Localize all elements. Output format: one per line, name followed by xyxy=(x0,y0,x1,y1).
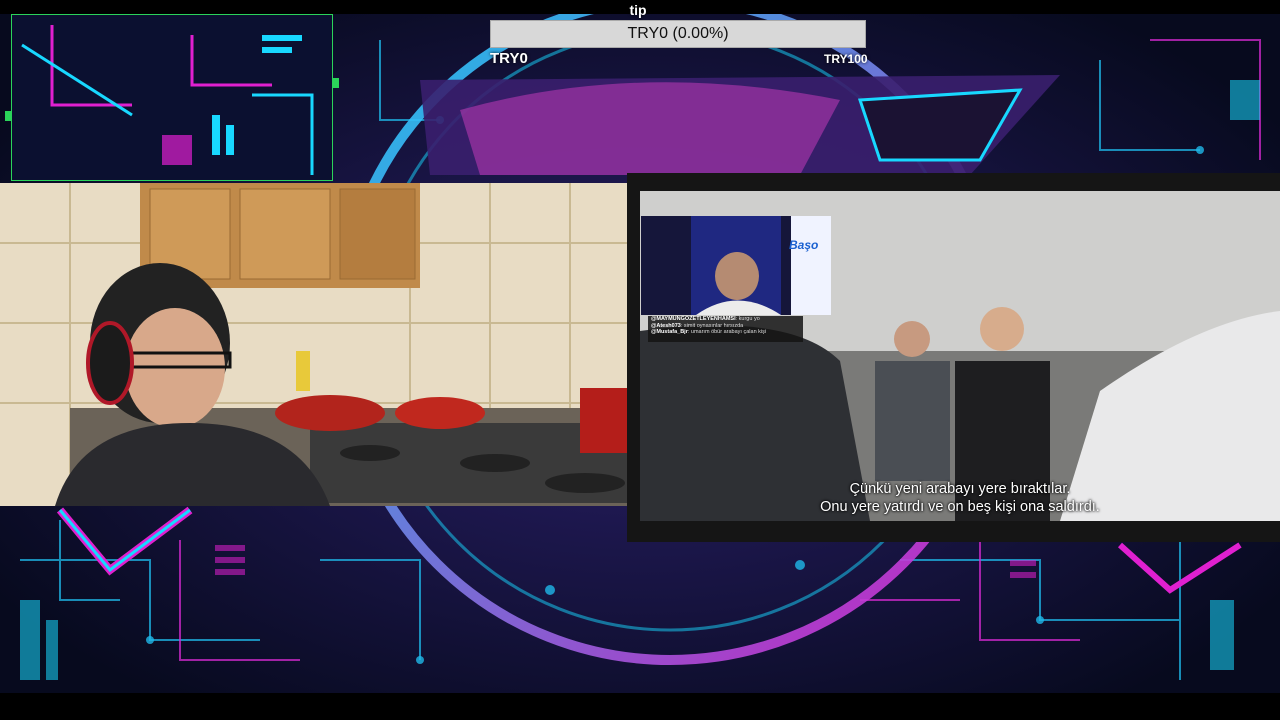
tip-goal-progress-bar: TRY0 (0.00%) xyxy=(490,20,866,48)
tip-goal-title: tip xyxy=(629,2,647,18)
video-pip-streamer: Başo xyxy=(641,216,831,315)
tip-goal-min-label: TRY0 xyxy=(490,50,528,67)
circuit-art xyxy=(12,15,332,180)
subtitle-line-1: Çünkü yeni arabayı yere bıraktılar. xyxy=(849,481,1071,497)
subtitle-line-2: Onu yere yatırdı ve on beş kişi ona sald… xyxy=(820,499,1100,515)
tip-goal-progress-text: TRY0 (0.00%) xyxy=(627,25,729,42)
webcam-scene xyxy=(0,183,640,506)
pip-chat-overlay: @MAYMUNGÖZETLEYENHAMSİ: kurgu yo @Atesh0… xyxy=(648,316,803,342)
chat-message: @Mustafa_Bjr: umarım öbür arabayı çalan … xyxy=(651,329,767,335)
pip-scene xyxy=(641,216,831,315)
streamer-webcam xyxy=(0,183,640,506)
video-subtitles: Çünkü yeni arabayı yere bıraktılar. Onu … xyxy=(640,480,1280,516)
frame-handle-right xyxy=(333,78,339,88)
bottom-black-bar xyxy=(0,693,1280,720)
frame-handle-left xyxy=(5,111,11,121)
pip-channel-logo: Başo xyxy=(789,238,819,252)
tip-goal-max-label: TRY100 xyxy=(824,52,868,66)
top-left-camera-frame xyxy=(11,14,333,181)
